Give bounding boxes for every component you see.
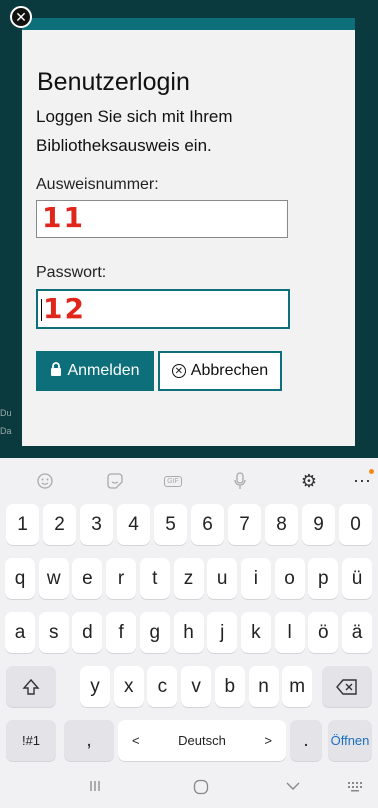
letter-key[interactable]: b — [214, 666, 245, 707]
lock-icon — [50, 361, 62, 381]
dialog-header-bar — [22, 18, 355, 30]
hide-keyboard-icon[interactable] — [285, 779, 301, 797]
letter-key[interactable]: p — [308, 558, 339, 599]
number-key[interactable]: 1 — [6, 504, 39, 545]
letter-key[interactable]: s — [38, 612, 69, 653]
keyboard-switch-icon[interactable] — [346, 779, 364, 798]
cancel-button[interactable]: ✕ Abbrechen — [158, 351, 282, 391]
login-button[interactable]: Anmelden — [36, 351, 154, 391]
cancel-circle-icon: ✕ — [171, 364, 186, 378]
shift-key[interactable] — [6, 666, 56, 707]
cancel-button-label: Abbrechen — [190, 362, 269, 379]
letter-key[interactable]: n — [248, 666, 279, 707]
letter-key[interactable]: k — [240, 612, 271, 653]
space-left-arrow: < — [132, 733, 140, 748]
letter-key[interactable]: f — [106, 612, 137, 653]
system-nav-bar — [0, 775, 378, 808]
mic-icon[interactable] — [230, 471, 250, 491]
card-number-value: 11 — [42, 201, 85, 234]
number-key[interactable]: 8 — [265, 504, 298, 545]
letter-key[interactable]: x — [113, 666, 144, 707]
letter-key[interactable]: w — [38, 558, 69, 599]
space-key[interactable]: < Deutsch > — [118, 720, 286, 761]
number-key[interactable]: 3 — [80, 504, 113, 545]
recent-apps-icon[interactable] — [88, 779, 102, 798]
dialog-title: Benutzerlogin — [37, 68, 190, 96]
letter-key[interactable]: z — [173, 558, 204, 599]
home-icon[interactable] — [193, 779, 209, 800]
background-line: Du — [0, 408, 12, 418]
letter-key[interactable]: i — [240, 558, 271, 599]
background-line: Da — [0, 426, 12, 436]
notification-dot — [369, 469, 374, 474]
letter-key[interactable]: h — [173, 612, 204, 653]
number-key[interactable]: 5 — [154, 504, 187, 545]
card-number-input[interactable]: 11 — [36, 200, 288, 238]
letter-key[interactable]: y — [80, 666, 110, 707]
period-key[interactable]: . — [290, 720, 322, 761]
number-key[interactable]: 2 — [43, 504, 76, 545]
password-value: 12 — [43, 292, 86, 325]
letter-key[interactable]: o — [274, 558, 305, 599]
password-input[interactable]: 12 — [36, 289, 290, 329]
comma-key[interactable]: , — [64, 720, 114, 761]
letter-key[interactable]: e — [72, 558, 103, 599]
letter-key[interactable]: ä — [342, 612, 372, 653]
more-icon[interactable]: ⋯ — [352, 469, 374, 491]
emoji-icon[interactable] — [35, 471, 55, 491]
letter-key[interactable]: t — [139, 558, 170, 599]
number-key[interactable]: 9 — [302, 504, 335, 545]
symbols-key[interactable]: !#1 — [6, 720, 56, 761]
letter-key[interactable]: r — [106, 558, 137, 599]
card-number-label: Ausweisnummer: — [36, 176, 159, 193]
letter-key[interactable]: ü — [342, 558, 372, 599]
sticker-icon[interactable] — [105, 471, 125, 491]
letter-key[interactable]: c — [147, 666, 178, 707]
gif-icon-label: GIF — [164, 475, 182, 487]
number-key[interactable]: 0 — [339, 504, 372, 545]
keyboard-toolbar: GIF ⚙ ⋯ — [0, 458, 378, 504]
password-label: Passwort: — [36, 264, 107, 281]
letter-key[interactable]: j — [207, 612, 238, 653]
letter-key[interactable]: g — [139, 612, 170, 653]
space-key-label: Deutsch — [178, 733, 226, 748]
enter-key[interactable]: Öffnen — [328, 720, 372, 761]
letter-key[interactable]: v — [181, 666, 212, 707]
letter-key[interactable]: u — [207, 558, 238, 599]
number-key[interactable]: 4 — [117, 504, 150, 545]
number-key[interactable]: 7 — [228, 504, 261, 545]
close-dialog-button[interactable]: ✕ — [10, 6, 32, 28]
letter-key[interactable]: d — [72, 612, 103, 653]
background-text: Du Da — [0, 404, 12, 440]
text-caret — [41, 299, 42, 321]
backspace-key[interactable] — [322, 666, 372, 707]
letter-key[interactable]: l — [274, 612, 305, 653]
dialog-subtitle: Loggen Sie sich mit Ihrem Bibliotheksaus… — [36, 107, 233, 155]
number-key[interactable]: 6 — [191, 504, 224, 545]
settings-icon[interactable]: ⚙ — [299, 471, 319, 491]
letter-key[interactable]: m — [282, 666, 313, 707]
letter-key[interactable]: ö — [308, 612, 339, 653]
letter-key[interactable]: q — [5, 558, 35, 599]
letter-key[interactable]: a — [5, 612, 35, 653]
login-dialog: Benutzerlogin Loggen Sie sich mit Ihrem … — [22, 18, 355, 446]
login-button-label: Anmelden — [67, 362, 140, 379]
gif-icon[interactable]: GIF — [163, 471, 183, 491]
space-right-arrow: > — [264, 733, 272, 748]
onscreen-keyboard: GIF ⚙ ⋯ 1234567890 qwertzuiopü asdfghjkl… — [0, 458, 378, 808]
